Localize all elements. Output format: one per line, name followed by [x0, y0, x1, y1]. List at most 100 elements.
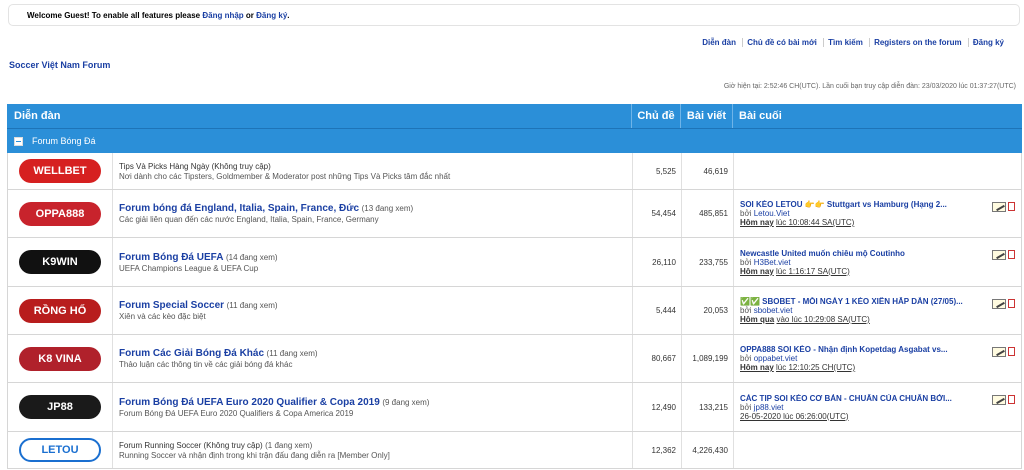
last-post-icons — [992, 395, 1015, 405]
last-post-clock: lúc 10:08:44 SA(UTC) — [776, 218, 855, 227]
header-forum: Diễn đàn — [14, 110, 61, 122]
forum-board: Diễn đàn Chủ đề Bài viết Bài cuối Forum … — [7, 104, 1022, 469]
forum-rows: WELLBET Tips Và Picks Hàng Ngày (Không t… — [7, 153, 1022, 469]
forum-title[interactable]: Soccer Việt Nam Forum — [9, 60, 110, 70]
post-count: 485,851 — [681, 190, 733, 237]
welcome-bar: Welcome Guest! To enable all features pl… — [8, 4, 1020, 26]
welcome-text: Welcome Guest! To enable all features pl… — [27, 11, 201, 20]
last-post-author-line: bởi H3Bet.viet — [740, 258, 1015, 267]
last-post-day: Hôm qua — [740, 315, 775, 324]
go-to-last-post-icon[interactable] — [992, 250, 1006, 260]
nav-register[interactable]: Đăng ký — [967, 38, 1008, 47]
forum-logo-cell: JP88 — [8, 383, 112, 431]
last-post-title[interactable]: SOI KÈO LETOU 👉👉 Stuttgart vs Hamburg (H… — [740, 200, 1015, 209]
forum-row: LETOU Forum Running Soccer (Không truy c… — [7, 432, 1022, 469]
header-posts: Bài viết — [680, 104, 732, 128]
go-to-last-post-icon[interactable] — [992, 347, 1006, 357]
last-post-author[interactable]: Letou.Viet — [754, 209, 790, 218]
forum-logo-cell: WELLBET — [8, 153, 112, 189]
forum-logo-cell: K8 VINA — [8, 335, 112, 382]
viewing-count: (11 đang xem) — [226, 301, 278, 310]
post-count: 1,089,199 — [681, 335, 733, 382]
forum-description: Các giải liên quan đến các nước England,… — [119, 215, 379, 224]
last-post-author-line: bởi Letou.Viet — [740, 209, 1015, 218]
forum-name-link[interactable]: Forum bóng đá England, Italia, Spain, Fr… — [119, 203, 359, 214]
last-post-time: Hôm nay lúc 12:10:25 CH(UTC) — [740, 363, 1015, 372]
collapse-icon[interactable] — [14, 136, 23, 146]
last-post-day: Hôm nay — [740, 363, 774, 372]
by-label: bởi — [740, 209, 752, 218]
last-post-clock: vào lúc 10:29:08 SA(UTC) — [776, 315, 870, 324]
document-icon[interactable] — [1008, 347, 1015, 356]
last-post-cell — [733, 432, 1021, 468]
last-post-cell: ✅✅ SBOBET - MỖI NGÀY 1 KÈO XIÊN HẤP DẪN … — [733, 287, 1021, 334]
last-post-cell: Newcastle United muốn chiêu mộ Coutinho … — [733, 238, 1021, 286]
post-count: 233,755 — [681, 238, 733, 286]
register-link[interactable]: Đăng ký — [256, 11, 287, 20]
topic-count: 54,454 — [632, 190, 681, 237]
sponsor-logo[interactable]: WELLBET — [19, 159, 101, 183]
sponsor-logo[interactable]: LETOU — [19, 438, 101, 462]
forum-description: Thảo luận các thông tin về các giải bóng… — [119, 360, 293, 369]
viewing-count: (14 đang xem) — [225, 252, 278, 262]
forum-name-link[interactable]: Forum Bóng Đá UEFA Euro 2020 Qualifier &… — [119, 397, 380, 408]
document-icon[interactable] — [1008, 202, 1015, 211]
last-post-author[interactable]: H3Bet.viet — [754, 258, 791, 267]
forum-name-link[interactable]: Forum Special Soccer — [119, 300, 224, 311]
document-icon[interactable] — [1008, 395, 1015, 404]
document-icon[interactable] — [1008, 250, 1015, 259]
forum-row: OPPA888 Forum bóng đá England, Italia, S… — [7, 190, 1022, 238]
last-post-title[interactable]: ✅✅ SBOBET - MỖI NGÀY 1 KÈO XIÊN HẤP DẪN … — [740, 297, 1015, 306]
last-post-clock: lúc 1:16:17 SA(UTC) — [776, 266, 850, 276]
go-to-last-post-icon[interactable] — [992, 202, 1006, 212]
viewing-count: (1 đang xem) — [265, 441, 313, 450]
sponsor-logo[interactable]: RỒNG HỔ — [19, 298, 101, 323]
forum-name-link[interactable]: Forum Bóng Đá UEFA — [119, 252, 223, 263]
nav-new-topics[interactable]: Chủ đề có bài mới — [742, 38, 821, 47]
by-label: bởi — [740, 402, 752, 412]
header-last-post: Bài cuối — [732, 104, 1022, 128]
sponsor-logo[interactable]: K9WIN — [19, 250, 101, 274]
last-post-title[interactable]: OPPA888 SOI KÈO - Nhận định Kopetdag Asg… — [740, 345, 1015, 354]
document-icon[interactable] — [1008, 299, 1015, 308]
last-post-author[interactable]: oppabet.viet — [754, 354, 798, 363]
by-label: bởi — [740, 306, 752, 315]
forum-logo-cell: OPPA888 — [8, 190, 112, 237]
sponsor-logo[interactable]: JP88 — [19, 395, 101, 419]
category-title[interactable]: Forum Bóng Đá — [32, 136, 96, 146]
last-post-author[interactable]: sbobet.viet — [754, 306, 793, 315]
nav-forums[interactable]: Diễn đàn — [698, 38, 740, 47]
forum-logo-cell: LETOU — [8, 432, 112, 468]
forum-row: RỒNG HỔ Forum Special Soccer (11 đang xe… — [7, 287, 1022, 335]
last-post-clock: lúc 12:10:25 CH(UTC) — [776, 363, 856, 372]
forum-row: K9WIN Forum Bóng Đá UEFA (14 đang xem) U… — [7, 238, 1022, 287]
forum-info: Forum Special Soccer (11 đang xem) Xiên … — [112, 287, 632, 334]
welcome-suffix: . — [287, 11, 290, 20]
top-navigation: Diễn đàn Chủ đề có bài mới Tìm kiếm Regi… — [698, 38, 1008, 47]
last-post-author[interactable]: jp88.viet — [754, 403, 784, 412]
forum-row: JP88 Forum Bóng Đá UEFA Euro 2020 Qualif… — [7, 383, 1022, 432]
category-row: Forum Bóng Đá — [7, 128, 1022, 153]
forum-description: Xiên và các kèo đặc biệt — [119, 312, 206, 321]
login-link[interactable]: Đăng nhập — [202, 11, 243, 20]
nav-registers[interactable]: Registers on the forum — [869, 38, 966, 47]
nav-search[interactable]: Tìm kiếm — [823, 38, 867, 47]
forum-name-link[interactable]: Forum Các Giải Bóng Đá Khác — [119, 348, 264, 359]
post-count: 4,226,430 — [681, 432, 733, 468]
sponsor-logo[interactable]: K8 VINA — [19, 346, 101, 371]
post-count: 46,619 — [681, 153, 733, 189]
go-to-last-post-icon[interactable] — [992, 299, 1006, 309]
forum-info: Tips Và Picks Hàng Ngày (Không truy cập)… — [112, 153, 632, 189]
sponsor-logo[interactable]: OPPA888 — [19, 201, 101, 226]
last-post-title[interactable]: Newcastle United muốn chiêu mộ Coutinho — [740, 249, 1015, 258]
last-post-author-line: bởi sbobet.viet — [740, 306, 1015, 315]
go-to-last-post-icon[interactable] — [992, 395, 1006, 405]
last-post-title[interactable]: CÁC TIP SOI KÈO CƠ BẢN - CHUẨN CỦA CHUẨN… — [740, 394, 1015, 403]
last-post-day: Hôm nay — [740, 218, 774, 227]
forum-name-link[interactable]: Tips Và Picks Hàng Ngày (Không truy cập) — [119, 162, 271, 171]
topic-count: 12,362 — [632, 432, 681, 468]
last-post-time: Hôm nay lúc 10:08:44 SA(UTC) — [740, 218, 1015, 227]
forum-name-link[interactable]: Forum Running Soccer (Không truy cập) — [119, 441, 263, 450]
last-post-icons — [992, 250, 1015, 260]
last-post-cell: OPPA888 SOI KÈO - Nhận định Kopetdag Asg… — [733, 335, 1021, 382]
